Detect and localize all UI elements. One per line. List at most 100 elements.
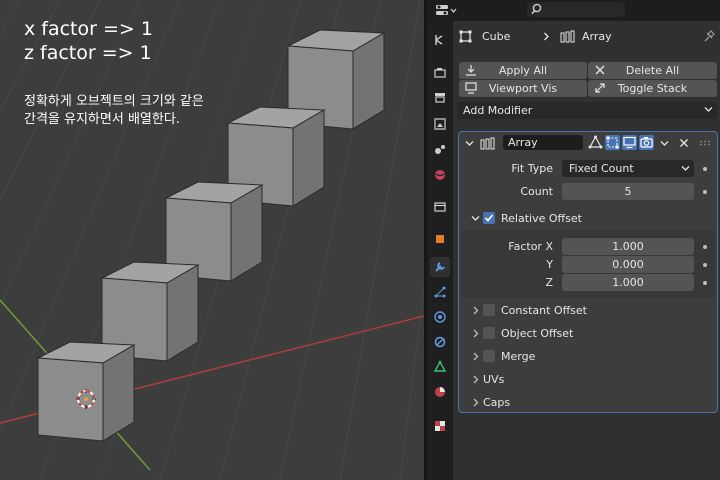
edit-mode-cage-icon[interactable] — [588, 135, 603, 150]
uvs-label: UVs — [483, 373, 505, 386]
wrench-icon — [435, 262, 445, 272]
factor-z-field[interactable]: 1.000 — [562, 274, 694, 291]
object-cube-icon — [459, 30, 472, 43]
physics-icon — [434, 311, 446, 323]
tab-constraints[interactable] — [430, 332, 450, 352]
annotation-z-factor: z factor => 1 — [24, 42, 152, 64]
tab-object[interactable] — [430, 229, 450, 249]
3d-viewport[interactable]: x factor => 1 z factor => 1 정확하게 오브젝트의 크… — [0, 0, 424, 480]
tab-render[interactable] — [430, 63, 450, 83]
merge-checkbox[interactable] — [483, 350, 495, 362]
modifier-dropdown-icon[interactable] — [660, 139, 669, 148]
factor-x-field[interactable]: 1.000 — [562, 238, 694, 255]
drag-handle-icon[interactable] — [699, 140, 711, 146]
properties-editor: Cube Array Apply All Delete All Viewport… — [427, 0, 720, 480]
annotation-x-factor: x factor => 1 — [24, 18, 153, 40]
modifier-name-field[interactable]: Array — [503, 135, 583, 150]
tab-scene[interactable] — [430, 139, 450, 159]
chevron-right-icon[interactable] — [471, 306, 480, 315]
search-icon — [531, 3, 542, 15]
constraints-icon — [434, 336, 446, 348]
render-camera-icon[interactable] — [639, 135, 654, 150]
apply-all-label: Apply All — [498, 64, 548, 77]
render-icon — [434, 68, 446, 78]
fit-type-value: Fixed Count — [569, 162, 634, 175]
properties-header — [427, 0, 720, 21]
delete-all-label: Delete All — [625, 64, 680, 77]
tab-texture[interactable] — [430, 416, 450, 436]
uvs-subpanel[interactable]: UVs — [460, 369, 716, 390]
tab-particles[interactable] — [430, 282, 450, 302]
annotation-korean-line1: 정확하게 오브젝트의 크기와 같은 — [24, 94, 204, 109]
realtime-display-icon[interactable] — [622, 135, 637, 150]
constant-offset-label: Constant Offset — [501, 304, 587, 317]
fit-type-select[interactable]: Fixed Count — [562, 160, 694, 177]
chevron-down-icon — [704, 107, 713, 112]
edit-mode-icon[interactable] — [605, 135, 620, 150]
count-label: Count — [520, 185, 553, 198]
output-icon — [435, 93, 445, 103]
tab-physics[interactable] — [430, 307, 450, 327]
viewport-vis-button[interactable]: Viewport Vis — [459, 80, 587, 97]
annotation-korean-line2: 간격을 유지하면서 배열한다. — [24, 112, 180, 127]
delete-all-button[interactable]: Delete All — [588, 62, 717, 79]
texture-icon — [435, 421, 445, 431]
keyframe-dot[interactable] — [703, 190, 707, 194]
tab-data[interactable] — [430, 357, 450, 377]
object-offset-checkbox[interactable] — [483, 327, 495, 339]
fit-type-label: Fit Type — [511, 162, 553, 175]
tab-output[interactable] — [430, 87, 450, 107]
apply-all-button[interactable]: Apply All — [459, 62, 587, 79]
chevron-right-icon[interactable] — [471, 375, 480, 384]
tab-tool[interactable] — [430, 30, 450, 50]
tab-modifiers[interactable] — [430, 257, 450, 277]
chevron-down-icon[interactable] — [471, 214, 480, 223]
chevron-right-icon[interactable] — [471, 352, 480, 361]
add-modifier-label: Add Modifier — [463, 104, 533, 117]
checkmark-icon — [484, 214, 494, 222]
constant-offset-checkbox[interactable] — [483, 304, 495, 316]
merge-subpanel[interactable]: Merge — [460, 346, 716, 367]
toggle-stack-label: Toggle Stack — [617, 82, 688, 95]
mesh-data-icon — [433, 360, 447, 372]
search-input[interactable] — [527, 2, 625, 17]
factor-x-label: Factor X — [508, 240, 553, 253]
tab-world[interactable] — [430, 165, 450, 185]
chevron-right-icon[interactable] — [471, 398, 480, 407]
editor-type-button[interactable] — [435, 3, 459, 18]
collapse-chevron-icon[interactable] — [465, 139, 474, 148]
factor-y-value: 0.000 — [612, 258, 644, 271]
blender-window: x factor => 1 z factor => 1 정확하게 오브젝트의 크… — [0, 0, 720, 480]
factor-x-value: 1.000 — [612, 240, 644, 253]
count-value: 5 — [624, 185, 632, 198]
relative-offset-body: Factor X 1.000 Y 0.000 Z 1.000 — [460, 230, 716, 298]
material-icon — [435, 387, 445, 397]
tab-collection[interactable] — [430, 197, 450, 217]
keyframe-dot[interactable] — [703, 245, 707, 249]
pin-icon[interactable] — [703, 30, 715, 43]
grid-line — [399, 283, 424, 480]
chevron-right-icon[interactable] — [471, 329, 480, 338]
tab-material[interactable] — [430, 382, 450, 402]
keyframe-dot[interactable] — [703, 263, 707, 267]
count-field[interactable]: 5 — [562, 183, 694, 200]
object-offset-subpanel[interactable]: Object Offset — [460, 323, 716, 344]
tab-view-layer[interactable] — [430, 114, 450, 134]
relative-offset-checkbox[interactable] — [483, 212, 495, 224]
keyframe-dot[interactable] — [703, 167, 707, 171]
breadcrumb: Cube Array — [453, 21, 720, 53]
remove-modifier-icon[interactable] — [679, 138, 689, 148]
add-modifier-dropdown[interactable]: Add Modifier — [457, 102, 717, 119]
caps-subpanel[interactable]: Caps — [460, 392, 716, 413]
keyframe-dot[interactable] — [703, 281, 707, 285]
factor-y-field[interactable]: 0.000 — [562, 256, 694, 273]
properties-editor-icon — [436, 5, 457, 15]
constant-offset-subpanel[interactable]: Constant Offset — [460, 300, 716, 321]
factor-y-label: Y — [546, 258, 553, 271]
viewport-scene — [0, 0, 424, 480]
relative-offset-header[interactable]: Relative Offset — [460, 208, 716, 229]
chevron-down-icon — [681, 166, 690, 171]
toggle-stack-button[interactable]: Toggle Stack — [588, 80, 717, 97]
modifier-panel-header[interactable]: Array — [459, 132, 717, 154]
array-modifier-icon — [480, 137, 495, 150]
